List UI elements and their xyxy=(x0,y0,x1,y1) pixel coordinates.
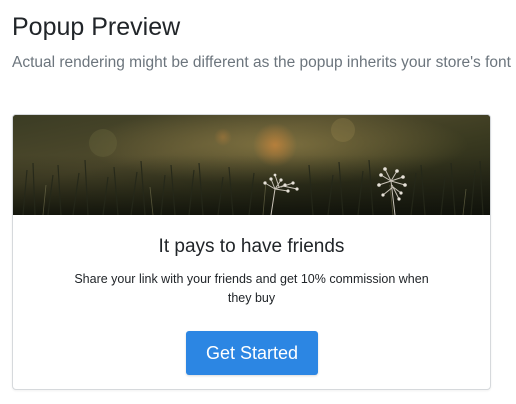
meadow-photo-illustration xyxy=(13,115,490,215)
get-started-button[interactable]: Get Started xyxy=(186,331,318,375)
popup-banner-image xyxy=(13,115,490,215)
popup-preview-page: Popup Preview Actual rendering might be … xyxy=(0,0,516,404)
popup-body-text: Share your link with your friends and ge… xyxy=(74,272,429,305)
page-title: Popup Preview xyxy=(12,13,181,41)
page-subtitle: Actual rendering might be different as t… xyxy=(12,54,511,71)
popup-preview-card: It pays to have friends Share your link … xyxy=(12,114,491,390)
popup-heading: It pays to have friends xyxy=(158,236,345,257)
